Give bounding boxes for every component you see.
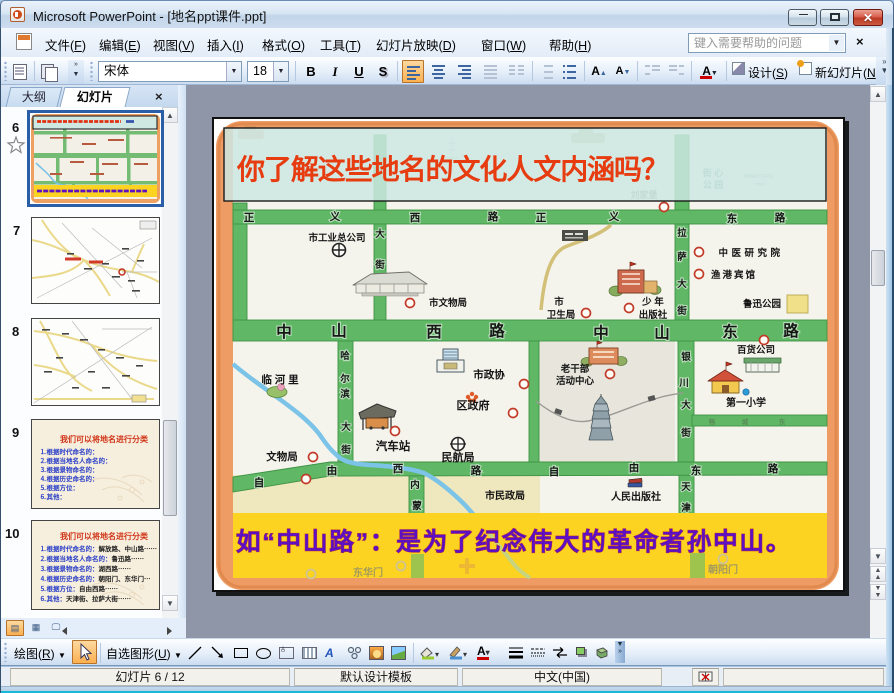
- svg-text:萨: 萨: [677, 251, 687, 263]
- svg-text:正: 正: [244, 212, 255, 224]
- svg-text:义: 义: [329, 210, 341, 223]
- svg-text:山: 山: [331, 322, 347, 340]
- svg-text:如“中山路”：是为了纪念伟大的革命者孙中山。: 如“中山路”：是为了纪念伟大的革命者孙中山。: [236, 527, 792, 556]
- svg-text:⒋根据历史命名的：: ⒋根据历史命名的：: [40, 474, 99, 483]
- svg-text:文物局: 文物局: [265, 450, 298, 463]
- svg-text:东: 东: [727, 212, 738, 225]
- svg-text:由: 由: [629, 461, 640, 474]
- svg-text:拉: 拉: [677, 227, 687, 239]
- svg-text:我们可以将地名进行分类: 我们可以将地名进行分类: [60, 434, 148, 444]
- svg-text:⒉根据当地名人命名的：: ⒉根据当地名人命名的：: [40, 456, 112, 465]
- svg-text:街: 街: [680, 427, 691, 439]
- svg-text:市工业总公司: 市工业总公司: [308, 232, 365, 244]
- svg-text:尔: 尔: [339, 373, 350, 385]
- svg-text:卫生局: 卫生局: [547, 309, 576, 321]
- svg-text:西: 西: [426, 323, 442, 341]
- svg-text:畅: 畅: [709, 417, 716, 426]
- svg-text:人民出版社: 人民出版社: [611, 490, 661, 503]
- svg-text:中: 中: [276, 322, 292, 341]
- svg-text:滨: 滨: [340, 388, 350, 400]
- svg-text:⒈根据时代命名的：解放路、中山路⋯⋯: ⒈根据时代命名的：解放路、中山路⋯⋯: [40, 544, 157, 553]
- svg-text:⒈根据时代命名的：: ⒈根据时代命名的：: [40, 447, 99, 456]
- svg-text:市: 市: [554, 296, 564, 308]
- svg-text:⒉根据当地名人命名的：鲁迅路⋯⋯: ⒉根据当地名人命名的：鲁迅路⋯⋯: [40, 554, 144, 563]
- svg-text:西: 西: [410, 212, 421, 224]
- svg-text:内: 内: [410, 479, 420, 491]
- svg-text:银: 银: [681, 351, 691, 363]
- svg-text:西: 西: [393, 463, 404, 475]
- svg-text:你了解这些地名的文化人文内涵吗？: 你了解这些地名的文化人文内涵吗？: [236, 153, 669, 186]
- svg-text:街: 街: [340, 444, 351, 456]
- svg-text:大: 大: [677, 278, 687, 290]
- svg-text:⒌根据方位：自由西路⋯⋯: ⒌根据方位：自由西路⋯⋯: [40, 584, 118, 593]
- svg-text:第一小学: 第一小学: [726, 396, 766, 409]
- svg-text:临 河 里: 临 河 里: [261, 373, 299, 386]
- svg-text:义: 义: [608, 210, 620, 223]
- svg-text:由: 由: [327, 464, 338, 477]
- svg-text:路: 路: [768, 462, 779, 475]
- svg-text:城: 城: [742, 417, 749, 426]
- svg-text:老干部: 老干部: [560, 363, 590, 375]
- svg-text:中医研究院: 中医研究院: [718, 247, 783, 259]
- svg-text:▾: ▾: [435, 650, 439, 659]
- svg-text:中: 中: [593, 323, 609, 342]
- svg-text:东: 东: [779, 417, 786, 426]
- svg-text:津: 津: [681, 502, 691, 514]
- svg-text:大: 大: [681, 399, 691, 411]
- svg-text:路: 路: [775, 211, 786, 224]
- svg-text:⒋根据历史命名的：朝阳门、东华门⋯: ⒋根据历史命名的：朝阳门、东华门⋯: [40, 574, 151, 583]
- svg-text:自: 自: [549, 465, 560, 478]
- svg-text:川: 川: [678, 378, 689, 389]
- svg-text:东: 东: [691, 464, 702, 477]
- svg-text:我们可以将地名进行分类: 我们可以将地名进行分类: [60, 531, 148, 541]
- svg-text:▾: ▾: [463, 650, 467, 659]
- svg-text:百货公司: 百货公司: [737, 344, 775, 356]
- svg-text:路: 路: [471, 464, 482, 477]
- svg-text:路: 路: [489, 321, 505, 340]
- svg-text:汽车站: 汽车站: [376, 439, 411, 453]
- svg-text:自: 自: [254, 476, 265, 489]
- svg-text:区政府: 区政府: [457, 398, 490, 412]
- svg-text:⒍其他：天津街、拉萨大街⋯⋯: ⒍其他：天津街、拉萨大街⋯⋯: [40, 594, 131, 603]
- svg-text:路: 路: [488, 210, 499, 223]
- svg-text:天: 天: [681, 482, 691, 493]
- svg-text:街: 街: [374, 259, 385, 271]
- svg-text:鲁迅公园: 鲁迅公园: [743, 298, 781, 310]
- svg-text:⒍其他：: ⒍其他：: [40, 492, 66, 501]
- svg-text:活动中心: 活动中心: [556, 375, 595, 387]
- svg-text:出版社: 出版社: [639, 309, 668, 321]
- svg-text:大: 大: [341, 421, 351, 433]
- svg-text:哈: 哈: [340, 350, 350, 362]
- svg-text:少 年: 少 年: [641, 296, 664, 308]
- svg-text:市政协: 市政协: [473, 368, 505, 381]
- svg-text:渔港宾馆: 渔港宾馆: [711, 269, 757, 281]
- svg-text:⒌根据方位：: ⒌根据方位：: [40, 483, 79, 492]
- svg-text:蒙: 蒙: [412, 500, 422, 512]
- svg-text:东华门: 东华门: [353, 566, 383, 579]
- svg-text:正: 正: [536, 212, 547, 224]
- svg-text:朝阳门: 朝阳门: [708, 563, 738, 576]
- svg-text:市民政局: 市民政局: [485, 489, 525, 502]
- svg-text:⒊根据景物命名的：: ⒊根据景物命名的：: [40, 465, 99, 474]
- svg-text:大: 大: [375, 228, 385, 240]
- svg-text:路: 路: [783, 321, 799, 340]
- svg-text:⒊根据景物命名的：湖西路⋯⋯: ⒊根据景物命名的：湖西路⋯⋯: [40, 564, 131, 573]
- svg-text:东: 东: [722, 322, 738, 341]
- svg-text:市文物局: 市文物局: [429, 297, 467, 309]
- svg-text:山: 山: [654, 324, 670, 342]
- svg-text:街: 街: [676, 305, 687, 317]
- svg-text:民航局: 民航局: [442, 450, 475, 464]
